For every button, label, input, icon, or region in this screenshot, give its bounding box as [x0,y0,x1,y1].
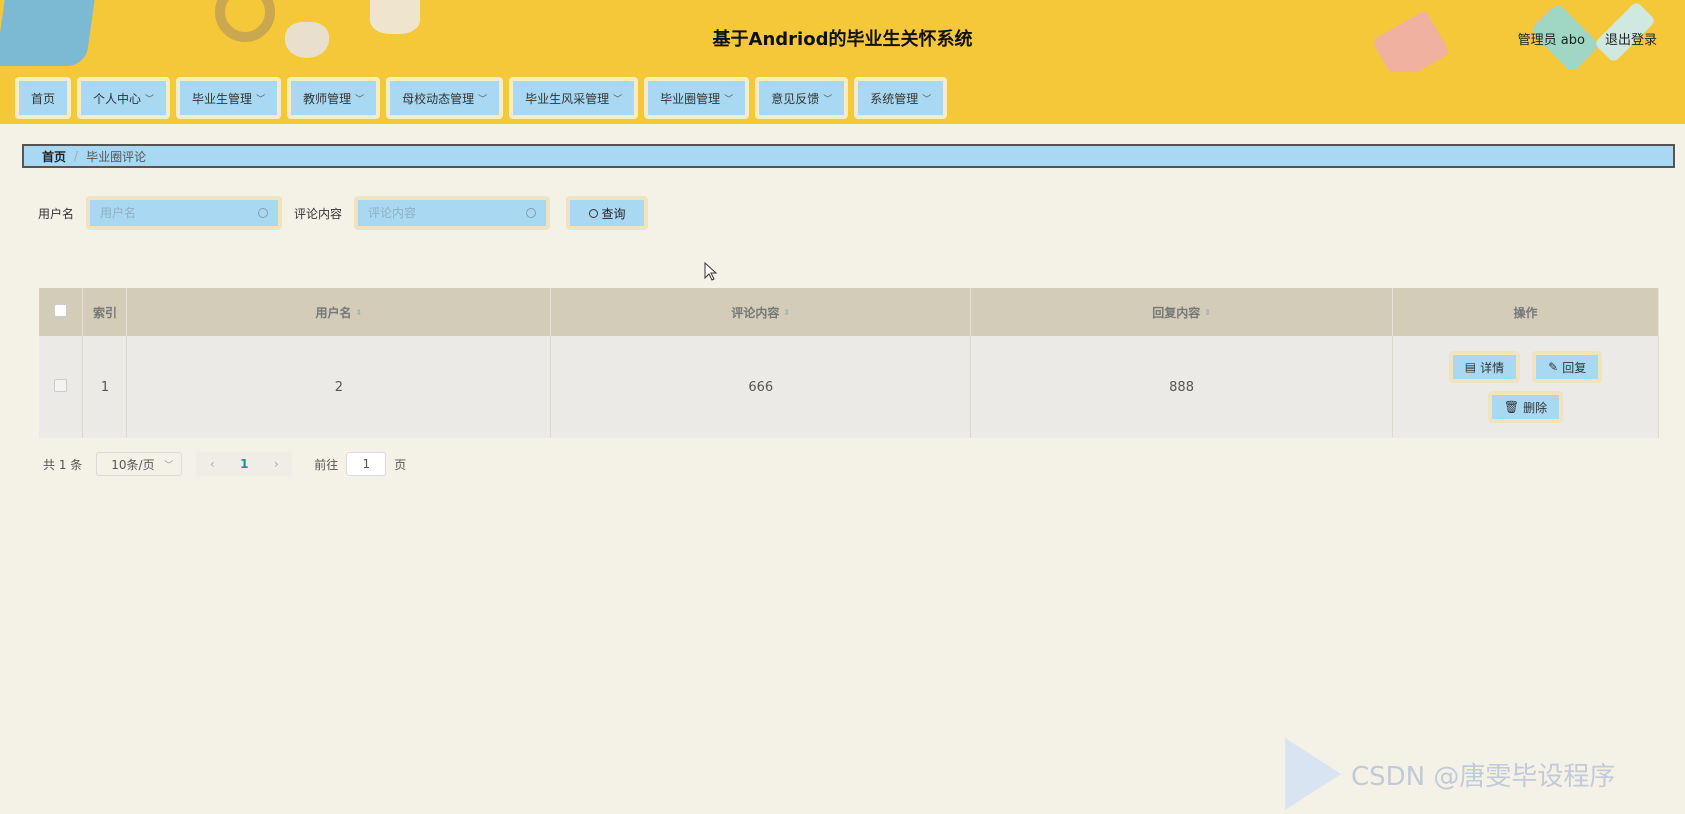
prev-page-icon[interactable]: ‹ [196,457,228,471]
goto-label: 前往 [314,457,339,472]
header-index: 索引 [82,288,128,336]
comment-label: 评论内容 [294,206,343,221]
goto-page: 前往 1 页 [314,452,406,476]
watermark-text: CSDN @唐雯毕设程序 [1351,761,1616,792]
nav-label: 首页 [31,91,56,106]
nav-label: 意见反馈 [771,91,820,106]
username-label: 用户名 [38,206,75,221]
sort-icon: ⇕ [1204,308,1211,317]
next-page-icon[interactable]: › [260,457,292,471]
select-all-checkbox[interactable] [54,304,68,317]
total-count: 共 1 条 [43,457,83,472]
nav-label: 教师管理 [303,91,352,106]
table-row: 1 2 666 888 ▤ 详情 ✎ 回复 🗑 删除 [39,336,1659,438]
nav-item-graduate-circle-management[interactable]: 毕业圈管理 ﹀ [644,77,750,119]
edit-icon: ✎ [1548,360,1559,374]
comment-search-input[interactable] [368,206,519,220]
nav-item-personal-center[interactable]: 个人中心 ﹀ [77,77,171,119]
nav-item-graduate-management[interactable]: 毕业生管理 ﹀ [176,77,282,119]
row-comment: 666 [550,336,972,438]
query-button[interactable]: 查询 [566,196,649,230]
delete-button-label: 删除 [1523,400,1548,415]
row-reply: 888 [970,336,1393,438]
select-all-cell [39,288,84,336]
chevron-down-icon: ﹀ [613,94,623,105]
nav-item-home[interactable]: 首页 [15,77,72,119]
page-size-select[interactable]: 10条/页 ﹀ [96,452,183,476]
nav-label: 毕业生风采管理 [525,91,610,106]
detail-button[interactable]: ▤ 详情 [1448,351,1521,383]
header: 基于Andriod的毕业生关怀系统 管理员 abo 退出登录 [0,0,1685,72]
watermark: CSDN @唐雯毕设程序 [1285,738,1615,810]
delete-button[interactable]: 🗑 删除 [1487,391,1564,423]
chevron-down-icon: ﹀ [145,94,155,105]
trash-icon: 🗑 [1503,400,1520,414]
goto-page-input[interactable]: 1 [346,452,387,476]
chevron-down-icon: ﹀ [823,94,833,105]
header-username-label: 用户名 [315,305,352,320]
sort-icon: ⇕ [783,308,791,317]
row-index: 1 [82,336,128,438]
header-comment-label: 评论内容 [731,305,780,320]
nav-item-system-management[interactable]: 系统管理 ﹀ [854,77,948,119]
sort-icon: ⇕ [355,308,363,317]
detail-button-label: 详情 [1480,360,1505,375]
user-info: 管理员 abo 退出登录 [1518,29,1657,48]
chevron-down-icon: ﹀ [478,94,488,105]
breadcrumb-separator: / [74,149,79,163]
comment-search-wrapper [354,196,551,230]
chevron-down-icon: ﹀ [922,94,932,105]
chevron-down-icon: ﹀ [355,94,365,105]
search-bar: 用户名 评论内容 查询 [38,196,649,230]
table-header-row: 索引 用户名 ⇕ 评论内容 ⇕ 回复内容 ⇕ 操作 [39,288,1659,336]
reply-button-label: 回复 [1562,360,1587,375]
breadcrumb-current: 毕业圈评论 [86,149,147,164]
row-username: 2 [126,336,552,438]
page-numbers: ‹ 1 › [196,452,293,476]
nav-label: 系统管理 [870,91,919,106]
page-suffix: 页 [394,457,407,472]
current-user: 管理员 abo [1517,33,1585,48]
username-search-input[interactable] [100,206,251,220]
comments-table: 索引 用户名 ⇕ 评论内容 ⇕ 回复内容 ⇕ 操作 1 2 666 888 ▤ 详情 ✎… [39,288,1659,438]
document-icon: ▤ [1464,360,1477,374]
breadcrumb: 首页 / 毕业圈评论 [22,144,1675,168]
page-number-current[interactable]: 1 [228,457,260,471]
play-logo-icon [1285,738,1341,810]
search-icon [258,208,269,218]
header-username[interactable]: 用户名 ⇕ [126,288,552,336]
search-icon [526,208,537,218]
goto-page-value: 1 [362,457,371,471]
username-search-wrapper [86,196,283,230]
page-size-value: 10条/页 [111,457,155,472]
breadcrumb-home[interactable]: 首页 [42,148,66,165]
chevron-down-icon: ﹀ [164,460,174,471]
search-icon [588,208,598,218]
app-title: 基于Andriod的毕业生关怀系统 [712,29,973,50]
header-actions: 操作 [1392,288,1659,336]
row-checkbox[interactable] [54,378,68,392]
chevron-down-icon: ﹀ [724,94,734,105]
pagination: 共 1 条 10条/页 ﹀ ‹ 1 › 前往 1 页 [43,452,406,476]
nav-label: 毕业生管理 [192,91,253,106]
reply-button[interactable]: ✎ 回复 [1532,351,1603,383]
row-select-cell [39,336,84,438]
logout-link[interactable]: 退出登录 [1605,29,1657,48]
nav-label: 母校动态管理 [402,91,475,106]
row-actions: ▤ 详情 ✎ 回复 🗑 删除 [1392,336,1659,438]
nav-label: 个人中心 [93,91,142,106]
nav-item-graduate-showcase-management[interactable]: 毕业生风采管理 ﹀ [509,77,639,119]
nav-item-feedback[interactable]: 意见反馈 ﹀ [755,77,849,119]
query-button-label: 查询 [601,206,626,221]
nav-item-school-news-management[interactable]: 母校动态管理 ﹀ [386,77,504,119]
main-nav: 首页 个人中心 ﹀ 毕业生管理 ﹀ 教师管理 ﹀ 母校动态管理 ﹀ 毕业生风采管理 ﹀ 毕… [0,72,1685,124]
chevron-down-icon: ﹀ [256,94,266,105]
header-reply-label: 回复内容 [1152,305,1201,320]
nav-label: 毕业圈管理 [660,91,721,106]
header-comment[interactable]: 评论内容 ⇕ [550,288,972,336]
nav-item-teacher-management[interactable]: 教师管理 ﹀ [287,77,381,119]
header-reply[interactable]: 回复内容 ⇕ [970,288,1393,336]
